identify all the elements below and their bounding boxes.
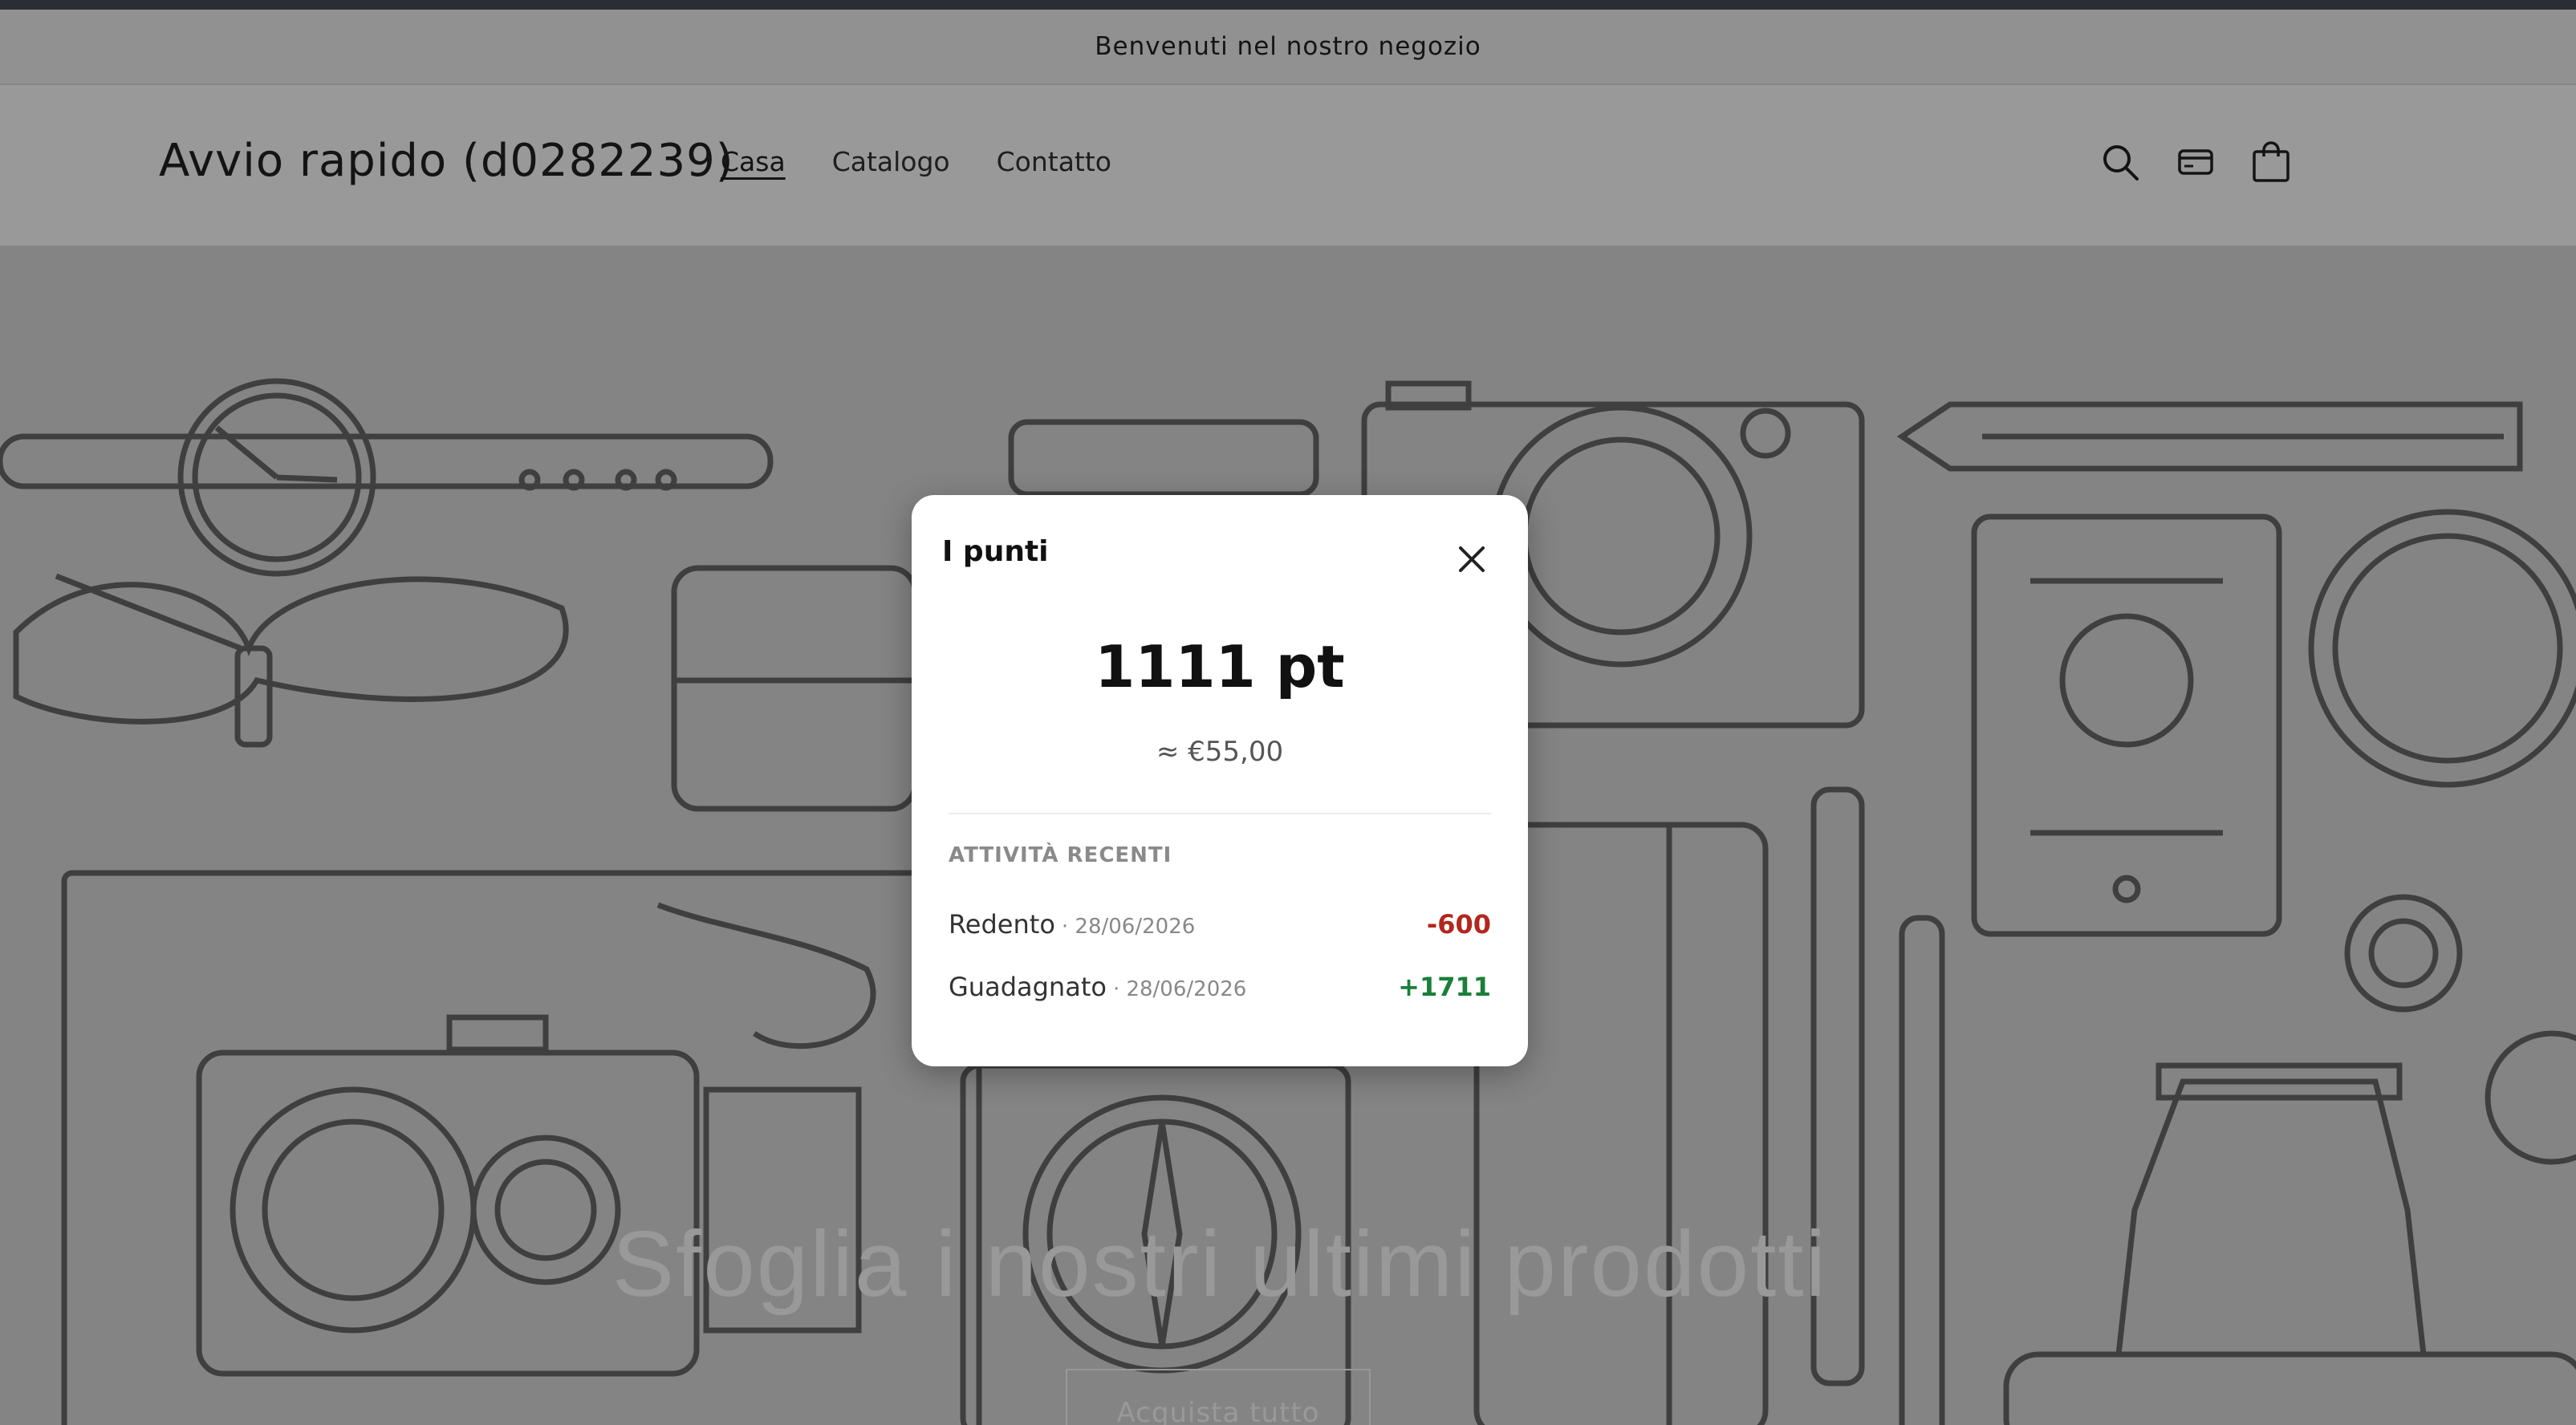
activity-row: Redento · 28/06/2026 -600 [949, 909, 1491, 949]
points-balance: 1111 pt [1095, 633, 1345, 700]
activity-type: Guadagnato [949, 972, 1107, 1002]
activity-date: · 28/06/2026 [1112, 977, 1247, 1001]
page: Benvenuti nel nostro negozio Avvio rapid… [0, 0, 2576, 1425]
activity-type: Redento [949, 909, 1055, 940]
points-euro-value: ≈ €55,00 [1156, 736, 1284, 768]
points-modal: I punti 1111 pt ≈ €55,00 ATTIVITÀ RECENT… [912, 495, 1528, 1066]
activity-date: · 28/06/2026 [1061, 915, 1196, 939]
activity-value: -600 [1426, 909, 1491, 940]
activity-value: +1711 [1398, 972, 1491, 1002]
recent-activity-label: ATTIVITÀ RECENTI [949, 843, 1172, 867]
browser-chrome-strip [0, 0, 2576, 10]
close-icon[interactable] [1453, 540, 1491, 579]
activity-row: Guadagnato · 28/06/2026 +1711 [949, 972, 1491, 1012]
modal-divider [949, 813, 1491, 814]
modal-title: I punti [942, 535, 1049, 568]
